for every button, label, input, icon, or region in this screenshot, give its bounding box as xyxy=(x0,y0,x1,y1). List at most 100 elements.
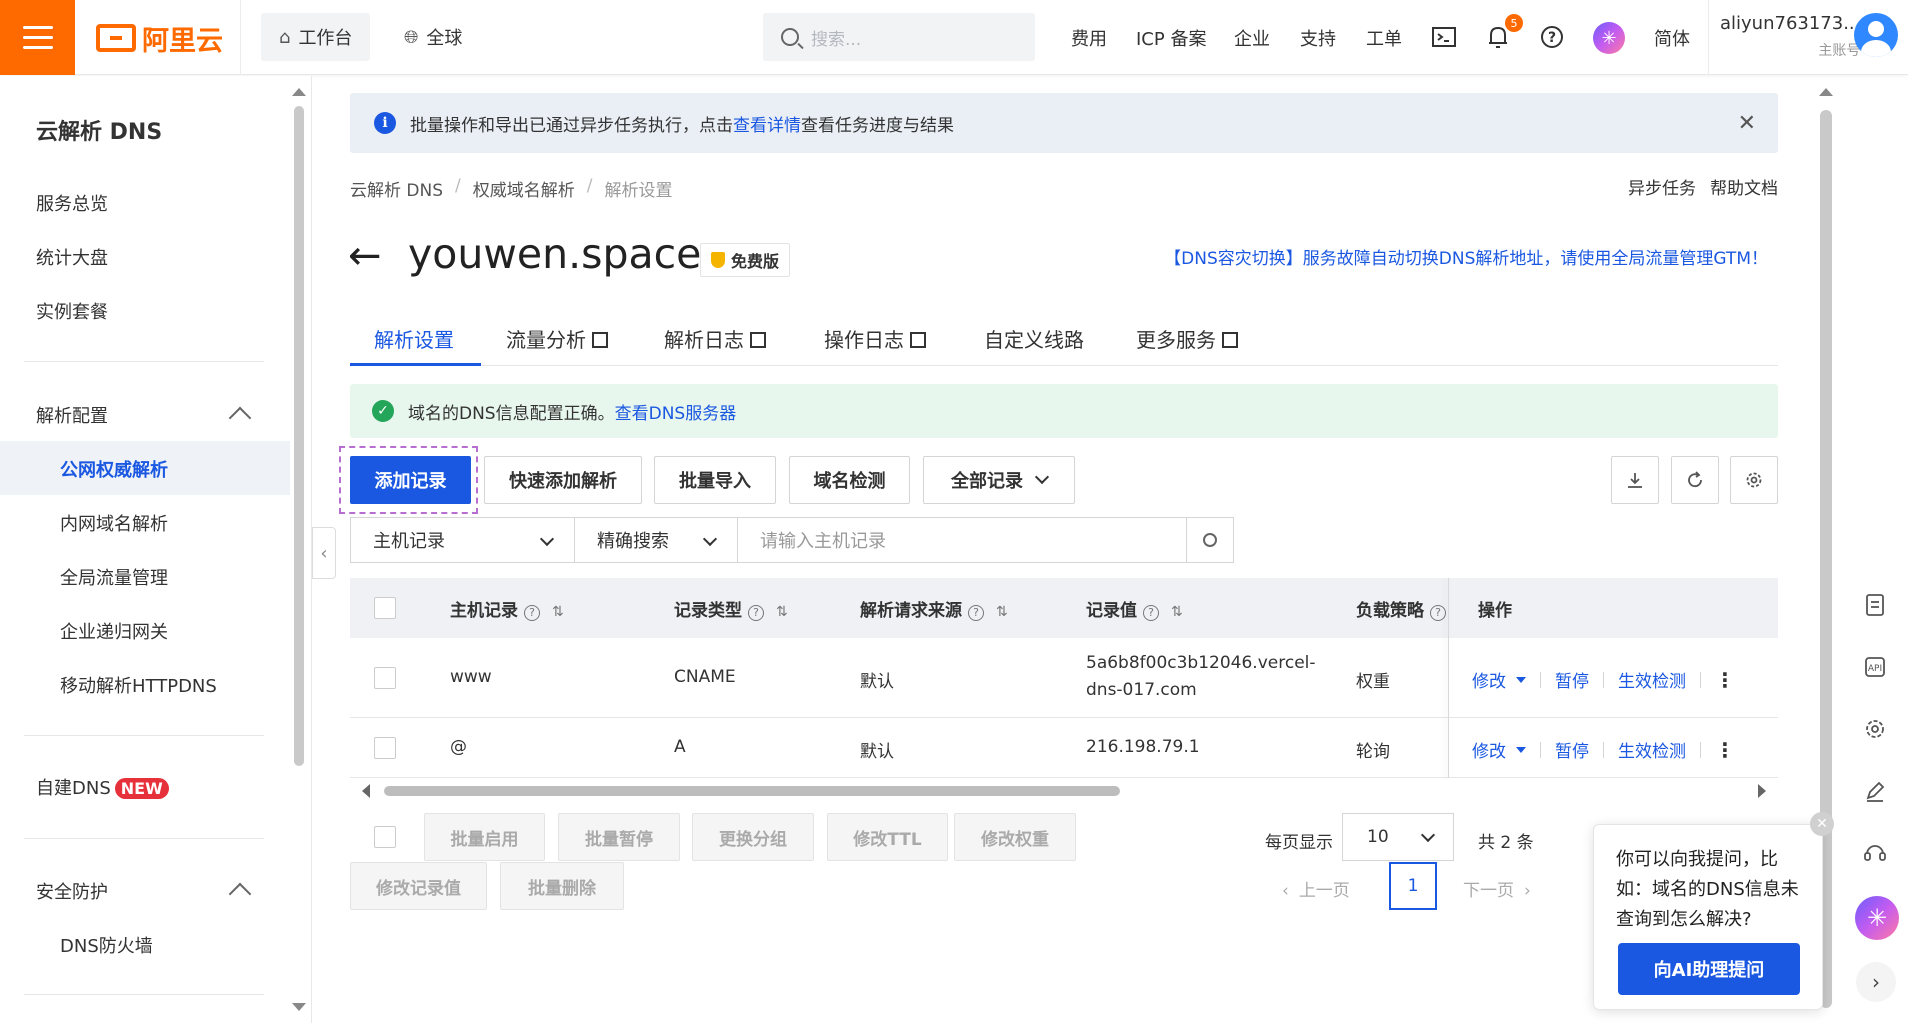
workspace-button[interactable]: ⌂ 工作台 xyxy=(261,13,371,61)
tab-custom-lines[interactable]: 自定义线路 xyxy=(984,324,1084,353)
domain-check-button[interactable]: 域名检测 xyxy=(789,456,910,504)
modify-ttl-button[interactable]: 修改TTL xyxy=(827,813,948,861)
chevron-right-icon[interactable]: › xyxy=(1856,962,1896,1002)
chevron-up-icon[interactable] xyxy=(228,406,252,430)
current-page[interactable]: 1 xyxy=(1389,862,1437,910)
modify-weight-button[interactable]: 修改权重 xyxy=(954,813,1076,861)
tab-operation-logs[interactable]: 操作日志 xyxy=(824,324,926,353)
scroll-up-arrow[interactable] xyxy=(292,88,306,96)
nav-ticket[interactable]: 工单 xyxy=(1366,25,1402,51)
help-icon[interactable]: ? xyxy=(1537,22,1567,52)
scroll-down-arrow[interactable] xyxy=(292,1003,306,1011)
document-icon[interactable] xyxy=(1860,590,1890,620)
avatar[interactable] xyxy=(1854,13,1898,57)
close-icon[interactable]: ✕ xyxy=(1738,111,1756,136)
caret-down-icon[interactable] xyxy=(1516,746,1526,753)
sidebar-item-public-dns[interactable]: 公网权威解析 xyxy=(60,456,168,482)
batch-select-checkbox[interactable] xyxy=(374,826,396,848)
sidebar-item-dashboard[interactable]: 统计大盘 xyxy=(36,244,108,270)
sidebar-item-overview[interactable]: 服务总览 xyxy=(36,190,108,216)
sidebar-item-gtm[interactable]: 全局流量管理 xyxy=(60,564,168,590)
check-button[interactable]: 生效检测 xyxy=(1618,737,1686,762)
region-button[interactable]: 🌐︎ 全球 xyxy=(386,13,480,61)
nav-enterprise[interactable]: 企业 xyxy=(1234,25,1270,51)
refresh-icon[interactable] xyxy=(1671,456,1719,504)
change-group-button[interactable]: 更换分组 xyxy=(692,813,814,861)
quick-add-button[interactable]: 快速添加解析 xyxy=(484,456,642,504)
headset-icon[interactable] xyxy=(1860,838,1890,868)
download-icon[interactable] xyxy=(1611,456,1659,504)
back-arrow-icon[interactable]: ← xyxy=(348,236,382,276)
global-search-input[interactable]: 搜索... xyxy=(763,13,1035,61)
sidebar-group-resolve[interactable]: 解析配置 xyxy=(36,402,108,428)
search-field-select[interactable]: 主机记录 xyxy=(350,517,575,563)
search-icon[interactable] xyxy=(1186,517,1234,563)
edit-button[interactable]: 修改 xyxy=(1472,737,1506,762)
breadcrumb-authoritative[interactable]: 权威域名解析 xyxy=(473,176,575,201)
prev-page-button[interactable]: ‹ 上一页 xyxy=(1282,876,1350,901)
next-page-button[interactable]: 下一页 › xyxy=(1463,876,1531,901)
sidebar-item-instances[interactable]: 实例套餐 xyxy=(36,298,108,324)
caret-down-icon[interactable] xyxy=(1516,676,1526,683)
language-switch[interactable]: 简体 xyxy=(1654,25,1690,51)
gtm-promo-link[interactable]: 【DNS容灾切换】服务故障自动切换DNS解析地址，请使用全局流量管理GTM！ xyxy=(1164,244,1768,269)
row-checkbox[interactable] xyxy=(374,737,396,759)
tab-more-services[interactable]: 更多服务 xyxy=(1136,324,1238,353)
row-checkbox[interactable] xyxy=(374,667,396,689)
sidebar-item-httpdns[interactable]: 移动解析HTTPDNS xyxy=(60,672,217,698)
breadcrumb-dns[interactable]: 云解析 DNS xyxy=(350,176,443,201)
record-filter-dropdown[interactable]: 全部记录 xyxy=(923,456,1075,504)
edit-icon[interactable] xyxy=(1860,776,1890,806)
chevron-up-icon[interactable] xyxy=(228,882,252,906)
sidebar-item-private-dns[interactable]: 内网域名解析 xyxy=(60,510,168,536)
menu-icon[interactable] xyxy=(0,0,75,75)
view-details-link[interactable]: 查看详情 xyxy=(733,111,801,136)
ai-assistant-icon[interactable]: ✳ xyxy=(1593,22,1625,54)
async-tasks-link[interactable]: 异步任务 xyxy=(1628,174,1696,199)
view-dns-servers-link[interactable]: 查看DNS服务器 xyxy=(615,399,737,424)
settings-gear-icon[interactable] xyxy=(1730,456,1778,504)
api-icon[interactable]: API xyxy=(1860,652,1890,682)
tab-resolve-logs[interactable]: 解析日志 xyxy=(664,324,766,353)
sort-icon[interactable]: ⇅ xyxy=(1171,604,1183,620)
pause-button[interactable]: 暂停 xyxy=(1555,667,1589,692)
help-docs-link[interactable]: 帮助文档 xyxy=(1710,174,1778,199)
search-mode-select[interactable]: 精确搜索 xyxy=(574,517,738,563)
modify-value-button[interactable]: 修改记录值 xyxy=(350,862,487,910)
add-record-button[interactable]: 添加记录 xyxy=(350,456,471,504)
account-menu[interactable]: aliyun763173... 主账号 xyxy=(1720,13,1860,60)
sidebar-item-self-dns[interactable]: 自建DNS NEW xyxy=(36,774,169,800)
aliyun-logo[interactable]: 阿里云 xyxy=(96,22,223,57)
page-size-select[interactable]: 10 xyxy=(1342,813,1454,861)
sidebar-item-dns-firewall[interactable]: DNS防火墙 xyxy=(60,932,153,958)
more-options-icon[interactable]: ⋮ xyxy=(1715,738,1735,762)
sidebar-scrollbar[interactable] xyxy=(294,106,304,766)
nav-icp[interactable]: ICP 备案 xyxy=(1136,25,1206,51)
batch-pause-button[interactable]: 批量暂停 xyxy=(558,813,680,861)
more-options-icon[interactable]: ⋮ xyxy=(1715,668,1735,692)
nav-support[interactable]: 支持 xyxy=(1300,25,1336,51)
tab-resolve-settings[interactable]: 解析设置 xyxy=(374,324,454,353)
terminal-icon[interactable] xyxy=(1429,22,1459,52)
sort-icon[interactable]: ⇅ xyxy=(776,604,788,620)
batch-import-button[interactable]: 批量导入 xyxy=(654,456,776,504)
batch-delete-button[interactable]: 批量删除 xyxy=(500,862,624,910)
pause-button[interactable]: 暂停 xyxy=(1555,737,1589,762)
sort-icon[interactable]: ⇅ xyxy=(552,604,564,620)
tab-traffic-analysis[interactable]: 流量分析 xyxy=(506,324,608,353)
sort-icon[interactable]: ⇅ xyxy=(996,604,1008,620)
collapse-sidebar-button[interactable]: ‹ xyxy=(312,527,336,579)
host-record-search-input[interactable]: 请输入主机记录 xyxy=(737,517,1187,563)
table-horizontal-scrollbar[interactable] xyxy=(350,780,1778,802)
ai-assistant-icon[interactable]: ✳ xyxy=(1855,896,1899,940)
settings-icon[interactable] xyxy=(1860,714,1890,744)
check-button[interactable]: 生效检测 xyxy=(1618,667,1686,692)
ask-ai-button[interactable]: 向AI助理提问 xyxy=(1618,943,1800,995)
edit-button[interactable]: 修改 xyxy=(1472,667,1506,692)
select-all-checkbox[interactable] xyxy=(374,597,396,619)
sidebar-group-security[interactable]: 安全防护 xyxy=(36,878,108,904)
close-icon[interactable]: ✕ xyxy=(1810,812,1834,836)
sidebar-item-recursive-gateway[interactable]: 企业递归网关 xyxy=(60,618,168,644)
nav-billing[interactable]: 费用 xyxy=(1071,25,1107,51)
batch-enable-button[interactable]: 批量启用 xyxy=(424,813,545,861)
